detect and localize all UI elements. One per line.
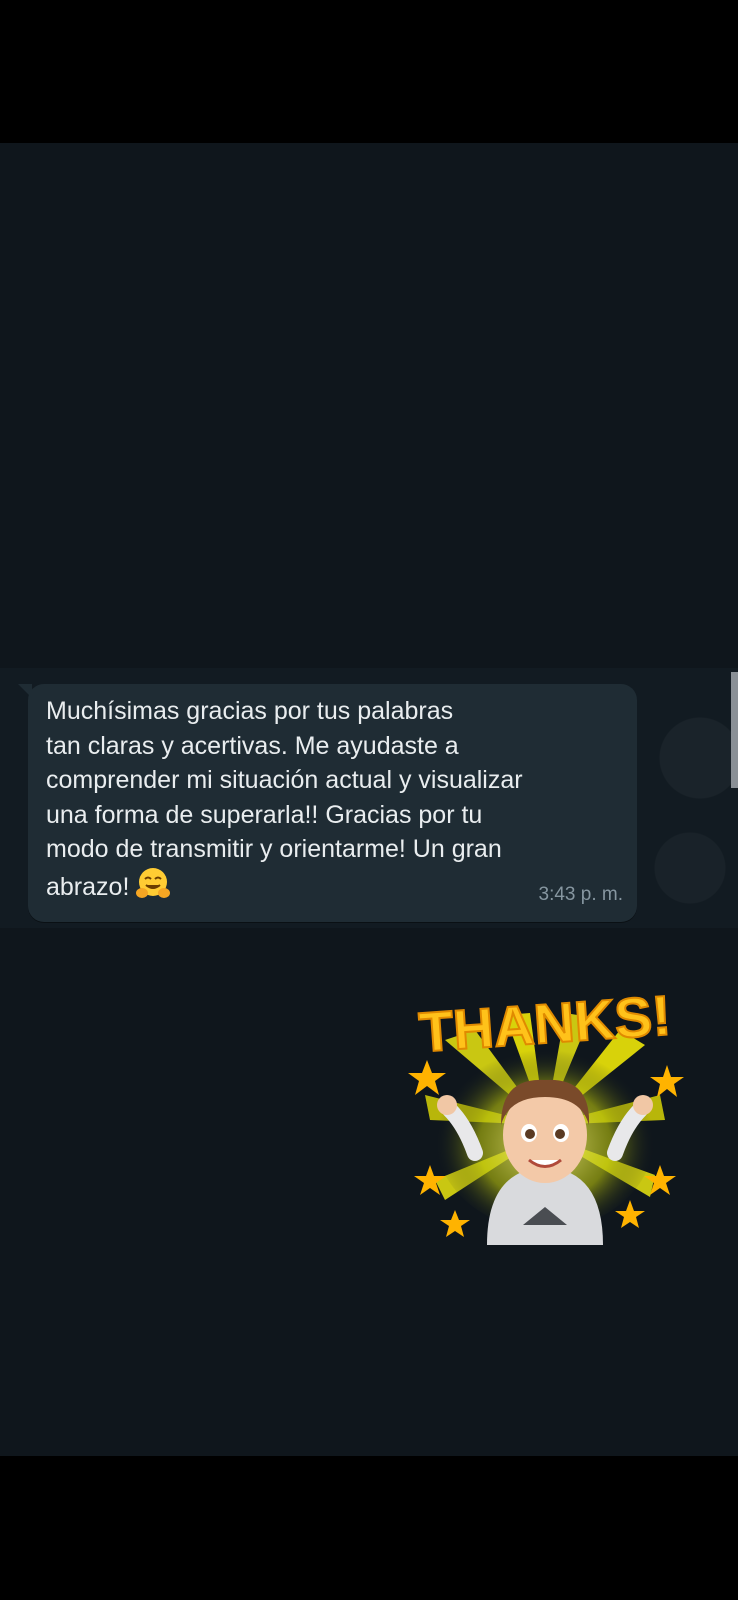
thanks-sticker[interactable]: THANKS! <box>405 982 685 1275</box>
message-line: una forma de superarla!! Gracias por tu <box>46 800 483 829</box>
message-text: Muchísimas gracias por tus palabras tan … <box>46 694 606 910</box>
incoming-message-bubble[interactable]: Muchísimas gracias por tus palabras tan … <box>18 684 637 922</box>
hugging-face-emoji-icon <box>135 867 171 911</box>
bottom-letterbox <box>0 1456 738 1600</box>
message-line: modo de transmitir y orientarme! Un gran <box>46 835 502 863</box>
avatar-thanks-sticker-icon: THANKS! <box>408 982 684 1245</box>
bubble-tail <box>18 684 32 698</box>
message-line: comprender mi situación actual y visuali… <box>46 766 523 794</box>
message-timestamp: 3:43 p. m. <box>538 884 624 905</box>
message-line: Muchísimas gracias por tus palabras <box>46 697 454 725</box>
message-line: tan claras y acertivas. Me ayudaste a <box>46 731 459 760</box>
scrollbar-thumb[interactable] <box>731 672 738 788</box>
message-line: abrazo! <box>46 872 130 901</box>
top-letterbox <box>0 0 738 143</box>
